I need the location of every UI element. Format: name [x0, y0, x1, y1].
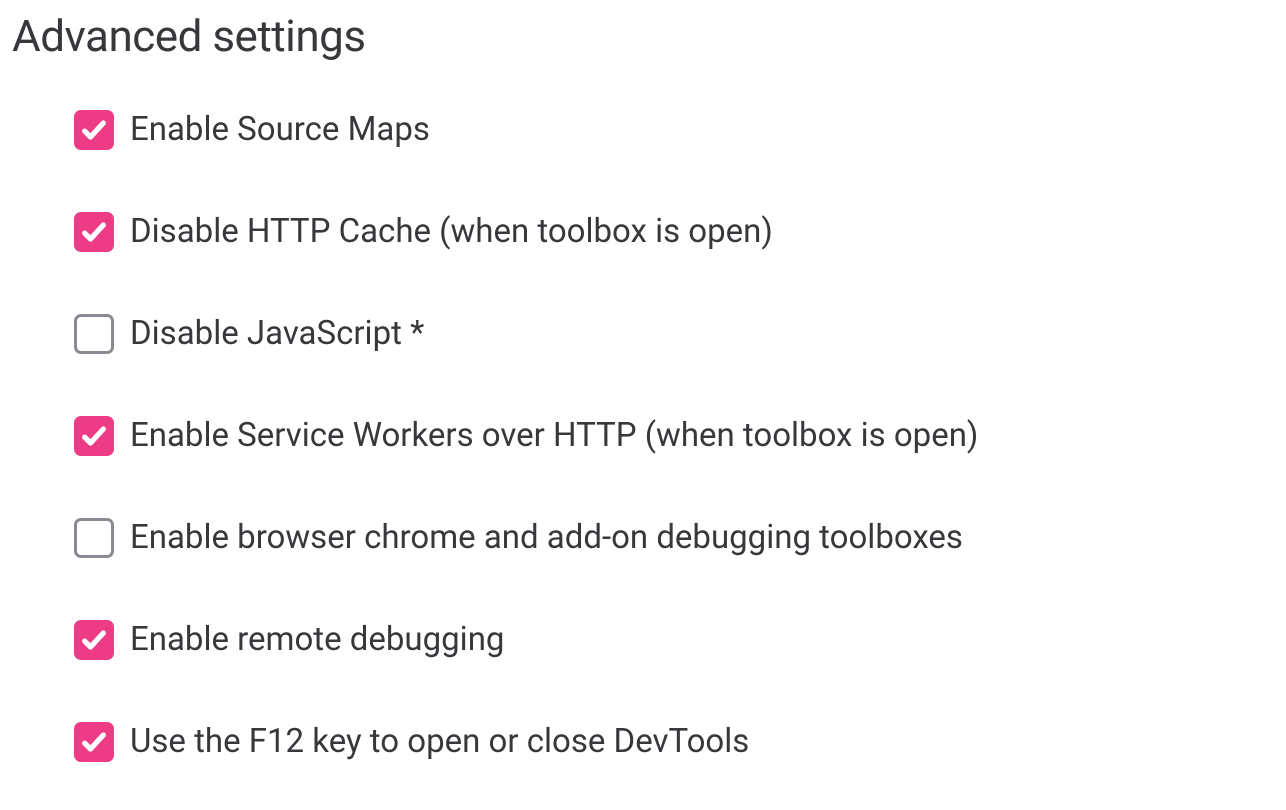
option-enable-remote-debugging[interactable]: Enable remote debugging: [74, 620, 1274, 660]
checkbox-use-f12-key[interactable]: [74, 722, 114, 762]
option-disable-javascript[interactable]: Disable JavaScript *: [74, 314, 1274, 354]
checkbox-disable-javascript[interactable]: [74, 314, 114, 354]
option-label[interactable]: Use the F12 key to open or close DevTool…: [130, 722, 749, 762]
checkbox-enable-service-workers-http[interactable]: [74, 416, 114, 456]
checkbox-enable-browser-chrome-debugging[interactable]: [74, 518, 114, 558]
option-enable-service-workers-http[interactable]: Enable Service Workers over HTTP (when t…: [74, 416, 1274, 456]
option-label[interactable]: Enable Source Maps: [130, 110, 430, 150]
section-title: Advanced settings: [12, 10, 1274, 62]
option-enable-browser-chrome-debugging[interactable]: Enable browser chrome and add-on debuggi…: [74, 518, 1274, 558]
checkmark-icon: [80, 422, 108, 450]
option-label[interactable]: Disable JavaScript *: [130, 314, 424, 354]
checkmark-icon: [80, 116, 108, 144]
option-label[interactable]: Enable Service Workers over HTTP (when t…: [130, 416, 978, 456]
options-list: Enable Source Maps Disable HTTP Cache (w…: [12, 110, 1274, 762]
advanced-settings-section: Advanced settings Enable Source Maps Dis…: [0, 0, 1286, 782]
option-enable-source-maps[interactable]: Enable Source Maps: [74, 110, 1274, 150]
checkbox-enable-source-maps[interactable]: [74, 110, 114, 150]
checkmark-icon: [80, 218, 108, 246]
option-use-f12-key[interactable]: Use the F12 key to open or close DevTool…: [74, 722, 1274, 762]
checkmark-icon: [80, 626, 108, 654]
option-label[interactable]: Enable remote debugging: [130, 620, 504, 660]
option-label[interactable]: Enable browser chrome and add-on debuggi…: [130, 518, 963, 558]
checkbox-disable-http-cache[interactable]: [74, 212, 114, 252]
checkmark-icon: [80, 728, 108, 756]
checkbox-enable-remote-debugging[interactable]: [74, 620, 114, 660]
option-disable-http-cache[interactable]: Disable HTTP Cache (when toolbox is open…: [74, 212, 1274, 252]
option-label[interactable]: Disable HTTP Cache (when toolbox is open…: [130, 212, 773, 252]
